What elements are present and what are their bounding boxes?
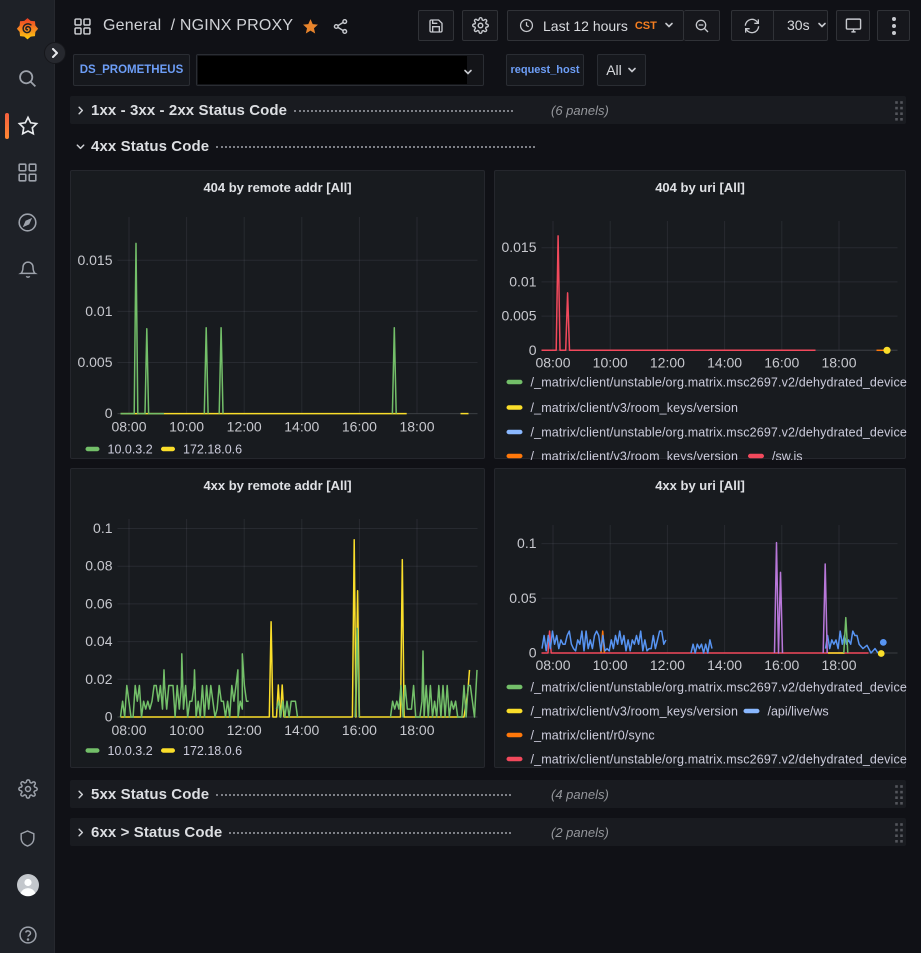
svg-text:10:00: 10:00 (593, 355, 628, 371)
svg-text:14:00: 14:00 (707, 657, 742, 673)
svg-text:172.18.0.6: 172.18.0.6 (183, 442, 242, 456)
svg-text:14:00: 14:00 (284, 722, 319, 738)
svg-text:10:00: 10:00 (169, 419, 204, 435)
svg-text:16:00: 16:00 (342, 722, 377, 738)
svg-text:16:00: 16:00 (764, 355, 799, 371)
svg-text:0.05: 0.05 (509, 590, 536, 606)
svg-text:0.01: 0.01 (509, 273, 536, 289)
svg-text:10.0.3.2: 10.0.3.2 (108, 442, 153, 456)
svg-text:10.0.3.2: 10.0.3.2 (108, 744, 153, 758)
svg-text:/_matrix/client/v3/room_keys/v: /_matrix/client/v3/room_keys/version (531, 449, 739, 460)
svg-text:/_matrix/client/r0/sync: /_matrix/client/r0/sync (531, 728, 655, 742)
svg-text:08:00: 08:00 (535, 657, 570, 673)
svg-text:08:00: 08:00 (111, 419, 146, 435)
svg-text:0.005: 0.005 (501, 308, 536, 324)
svg-text:14:00: 14:00 (707, 355, 742, 371)
svg-text:/_matrix/client/v3/room_keys/v: /_matrix/client/v3/room_keys/version (531, 704, 739, 718)
svg-text:0.01: 0.01 (85, 303, 112, 319)
svg-text:/_matrix/client/unstable/org.m: /_matrix/client/unstable/org.matrix.msc2… (531, 680, 907, 694)
svg-text:/_matrix/client/unstable/org.m: /_matrix/client/unstable/org.matrix.msc2… (531, 375, 907, 389)
svg-text:08:00: 08:00 (535, 355, 570, 371)
svg-text:08:00: 08:00 (111, 722, 146, 738)
svg-text:0.02: 0.02 (85, 671, 112, 687)
svg-text:16:00: 16:00 (342, 419, 377, 435)
svg-text:12:00: 12:00 (227, 722, 262, 738)
svg-text:12:00: 12:00 (650, 355, 685, 371)
svg-text:/_matrix/client/unstable/org.m: /_matrix/client/unstable/org.matrix.msc2… (531, 752, 907, 766)
svg-text:/_matrix/client/unstable/org.m: /_matrix/client/unstable/org.matrix.msc2… (531, 425, 907, 439)
svg-text:0.005: 0.005 (77, 354, 112, 370)
svg-text:0.015: 0.015 (77, 252, 112, 268)
svg-text:0.015: 0.015 (501, 239, 536, 255)
svg-text:10:00: 10:00 (169, 722, 204, 738)
svg-text:18:00: 18:00 (821, 355, 856, 371)
svg-text:14:00: 14:00 (284, 419, 319, 435)
svg-text:172.18.0.6: 172.18.0.6 (183, 744, 242, 758)
svg-text:16:00: 16:00 (764, 657, 799, 673)
svg-text:/api/live/ws: /api/live/ws (768, 704, 829, 718)
svg-text:12:00: 12:00 (227, 419, 262, 435)
svg-text:18:00: 18:00 (399, 722, 434, 738)
svg-text:0.08: 0.08 (85, 558, 112, 574)
svg-text:12:00: 12:00 (650, 657, 685, 673)
svg-text:0.06: 0.06 (85, 595, 112, 611)
svg-text:/sw.js: /sw.js (772, 449, 803, 460)
svg-text:/_matrix/client/v3/room_keys/v: /_matrix/client/v3/room_keys/version (531, 401, 739, 415)
svg-text:0.1: 0.1 (517, 535, 537, 551)
svg-text:0.1: 0.1 (93, 520, 113, 536)
svg-text:18:00: 18:00 (399, 419, 434, 435)
svg-text:18:00: 18:00 (821, 657, 856, 673)
svg-text:0.04: 0.04 (85, 633, 112, 649)
svg-text:10:00: 10:00 (593, 657, 628, 673)
